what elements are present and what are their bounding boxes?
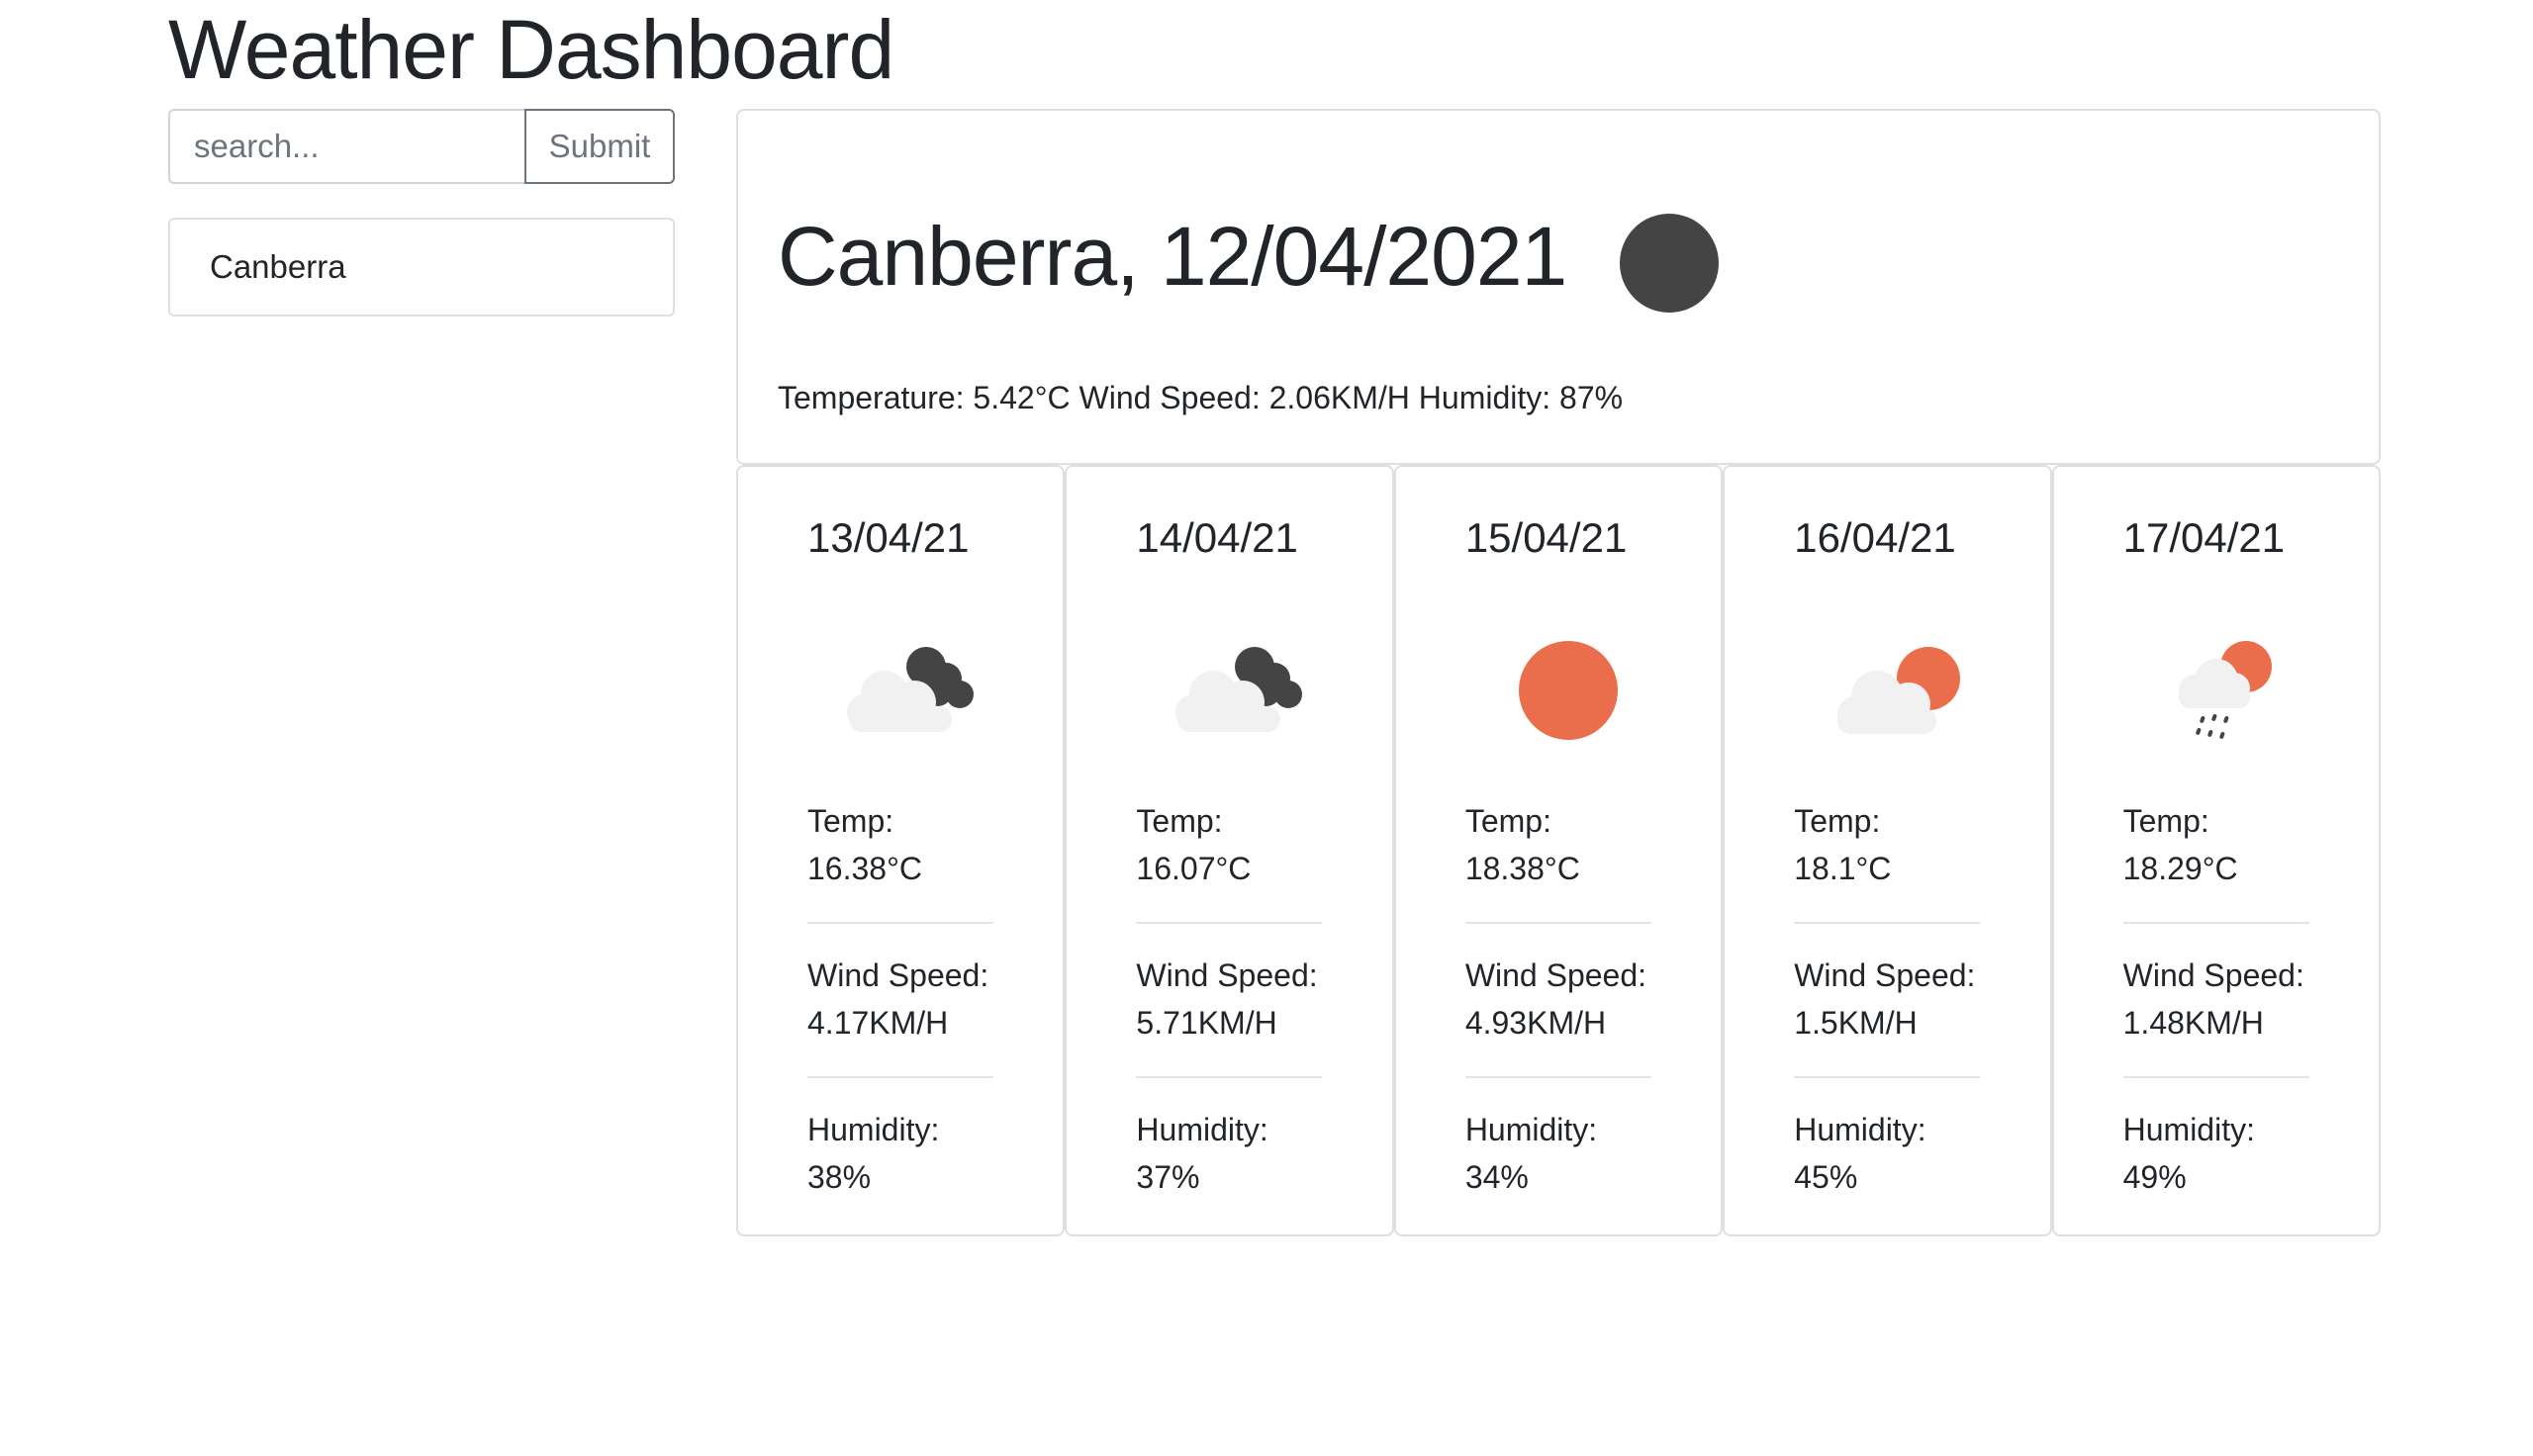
forecast-row: 13/04/21 Temp: 16.38°C Wind Speed: 4.17K…	[736, 465, 2382, 1236]
temp-value: 18.1°C	[1794, 851, 1892, 886]
broken-clouds-icon	[847, 647, 974, 732]
wind-value: 1.5KM/H	[1794, 1005, 1918, 1041]
humidity-label: Humidity:	[1136, 1112, 1268, 1147]
humidity-value: 45%	[1794, 1159, 1858, 1195]
partly-cloudy-icon	[1837, 647, 1961, 734]
forecast-date: 16/04/21	[1794, 514, 1956, 561]
search-history-list: Canberra	[168, 218, 675, 317]
forecast-card: 14/04/21 Temp: 16.07°C Wind Speed: 5.71K…	[1065, 465, 1394, 1236]
humidity-value: 37%	[1136, 1159, 1200, 1195]
forecast-date: 14/04/21	[1136, 514, 1298, 561]
temp-label: Temp:	[1464, 803, 1551, 839]
temp-label: Temp:	[2122, 803, 2209, 839]
current-weather-card: Canberra, 12/04/2021 Temperature: 5.42°C…	[736, 109, 2381, 465]
wind-label: Wind Speed:	[1136, 957, 1318, 993]
humidity-value: 38%	[807, 1159, 872, 1195]
search-form: Submit	[168, 109, 675, 184]
current-stats: Temperature: 5.42°C Wind Speed: 2.06KM/H…	[778, 380, 1624, 415]
wind-value: 4.93KM/H	[1464, 1005, 1607, 1041]
dark-cloud-icon	[1620, 214, 1720, 313]
wind-label: Wind Speed:	[1794, 957, 1976, 993]
search-input[interactable]	[168, 109, 524, 184]
wind-value: 4.17KM/H	[807, 1005, 949, 1041]
forecast-card: 16/04/21 Temp: 18.1°C Wind Speed: 1.5KM/…	[1723, 465, 2052, 1236]
humidity-label: Humidity:	[2122, 1112, 2255, 1147]
temp-label: Temp:	[1136, 803, 1223, 839]
humidity-value: 49%	[2122, 1159, 2187, 1195]
temp-value: 18.29°C	[2122, 851, 2238, 886]
forecast-card: 17/04/21 Temp: 18.29°C Wind Speed: 1.48K…	[2051, 465, 2382, 1236]
forecast-card: 13/04/21 Temp: 16.38°C Wind Speed: 4.17K…	[736, 465, 1066, 1236]
current-heading: Canberra, 12/04/2021	[778, 200, 1720, 313]
forecast-date: 17/04/21	[2122, 514, 2286, 561]
broken-clouds-icon	[1175, 647, 1303, 732]
history-item-canberra[interactable]: Canberra	[168, 218, 675, 317]
wind-label: Wind Speed:	[2122, 957, 2304, 993]
clear-sun-icon	[1518, 641, 1618, 740]
wind-label: Wind Speed:	[807, 957, 989, 993]
forecast-date: 13/04/21	[807, 514, 970, 561]
wind-label: Wind Speed:	[1464, 957, 1647, 993]
sun-shower-icon	[2178, 641, 2272, 739]
temp-label: Temp:	[1794, 803, 1881, 839]
humidity-label: Humidity:	[807, 1112, 940, 1147]
temp-label: Temp:	[807, 803, 894, 839]
forecast-card: 15/04/21 Temp: 18.38°C Wind Speed: 4.93K…	[1393, 465, 1724, 1236]
temp-value: 16.38°C	[807, 851, 922, 886]
forecast-date: 15/04/21	[1464, 514, 1628, 561]
submit-button[interactable]: Submit	[524, 109, 675, 184]
temp-value: 16.07°C	[1136, 851, 1252, 886]
current-city-date: Canberra, 12/04/2021	[778, 210, 1567, 303]
wind-value: 5.71KM/H	[1136, 1005, 1277, 1041]
humidity-label: Humidity:	[1794, 1112, 1926, 1147]
page-title: Weather Dashboard	[168, 3, 894, 96]
humidity-label: Humidity:	[1464, 1112, 1598, 1147]
humidity-value: 34%	[1464, 1159, 1529, 1195]
temp-value: 18.38°C	[1464, 851, 1580, 886]
wind-value: 1.48KM/H	[2122, 1005, 2264, 1041]
